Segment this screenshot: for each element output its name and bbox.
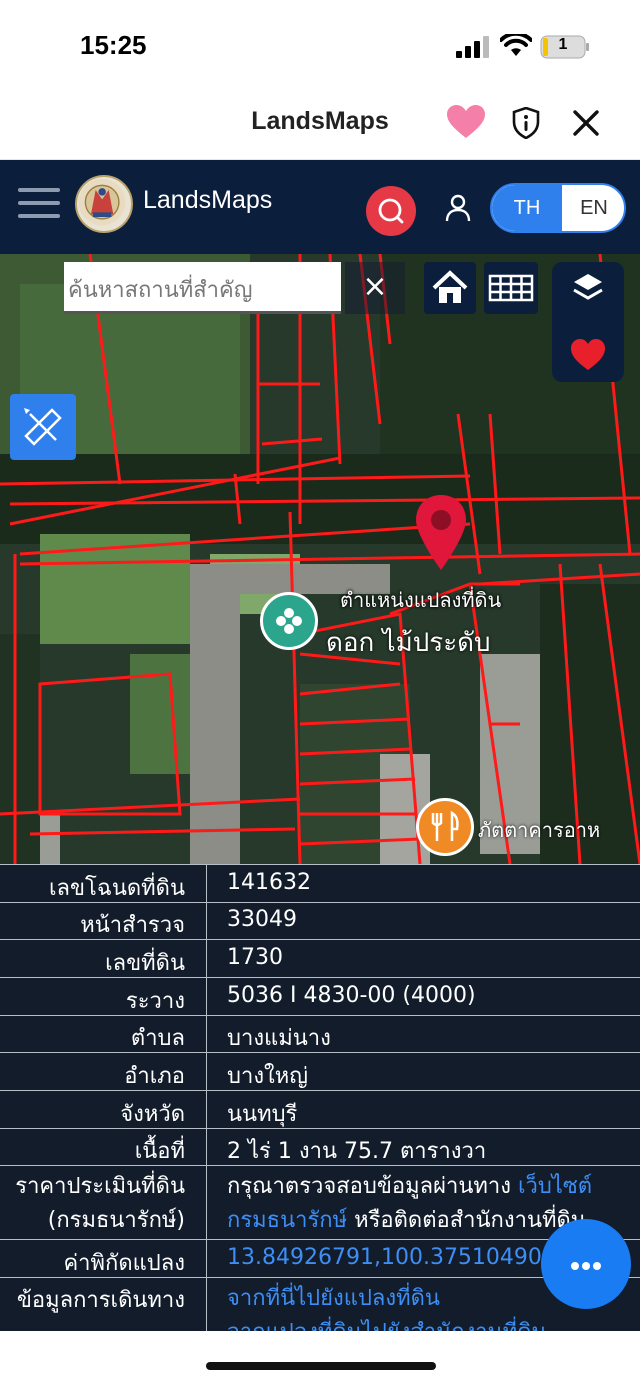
info-label: ข้อมูลการเดินทาง — [16, 1288, 185, 1313]
info-label: อำเภอ — [124, 1064, 185, 1089]
flower-icon — [276, 608, 302, 634]
info-value: 5036 I 4830-00 (4000) — [206, 978, 640, 1016]
flower-shop-marker[interactable] — [260, 592, 318, 650]
info-label: ตำบล — [130, 1026, 185, 1051]
close-icon[interactable] — [572, 109, 600, 137]
parcel-location-label: ตำแหน่งแปลงที่ดิน — [340, 588, 502, 612]
app-brand-name: LandsMaps — [143, 186, 273, 214]
info-row-survey-page: หน้าสำรวจ 33049 — [0, 902, 640, 940]
flower-shop-label: ดอก ไม้ประดับ — [326, 628, 491, 658]
info-label: ค่าพิกัดแปลง — [63, 1251, 185, 1276]
browser-bar: LandsMaps — [0, 95, 640, 160]
shield-icon[interactable] — [512, 107, 540, 139]
lang-en-button[interactable]: EN — [562, 185, 624, 231]
map-side-panel — [552, 262, 624, 382]
info-row-land-number: เลขที่ดิน 1730 — [0, 939, 640, 978]
info-row-map-sheet: ระวาง 5036 I 4830-00 (4000) — [0, 977, 640, 1016]
status-bar: 15:25 1 — [0, 0, 640, 95]
ruler-pencil-icon — [24, 408, 62, 446]
info-row-province: จังหวัด นนทบุรี — [0, 1090, 640, 1129]
info-value: บางแม่นาง — [206, 1016, 640, 1053]
bottom-safe-area — [0, 1331, 640, 1387]
directions-to-land-office-link[interactable]: จากแปลงที่ดินไปยังสำนักงานที่ดิน — [227, 1316, 640, 1331]
more-dot — [571, 1262, 579, 1270]
home-indicator[interactable] — [206, 1362, 436, 1370]
lang-th-button[interactable]: TH — [492, 185, 562, 231]
battery-icon: 1 — [540, 35, 590, 59]
hamburger-menu-icon[interactable] — [18, 188, 60, 222]
grid-icon — [488, 274, 534, 302]
search-button[interactable] — [366, 186, 416, 236]
grid-button[interactable] — [484, 262, 538, 314]
coordinates-link[interactable]: 13.84926791,100.37510490 — [227, 1245, 542, 1270]
wifi-icon — [500, 34, 532, 56]
info-label: เลขโฉนดที่ดิน — [49, 876, 185, 901]
info-value: 33049 — [206, 903, 640, 940]
price-label-line-2: (กรมธนารักษ์) — [47, 1208, 185, 1233]
info-row-appraisal-price: ราคาประเมินที่ดิน (กรมธนารักษ์) กรุณาตรว… — [0, 1165, 640, 1240]
satellite-imagery — [0, 254, 640, 864]
home-button[interactable] — [424, 262, 476, 314]
restaurant-label: ภัตตาคารอาห — [478, 818, 601, 842]
cellular-signal-icon — [456, 36, 489, 58]
department-logo — [75, 175, 133, 233]
home-icon — [432, 270, 468, 303]
layers-icon[interactable] — [552, 262, 624, 322]
more-dot — [582, 1262, 590, 1270]
restaurant-marker[interactable] — [416, 798, 474, 856]
place-search-input[interactable]: ค้นหาสถานที่สำคัญ — [64, 262, 341, 314]
info-label: เลขที่ดิน — [105, 951, 185, 976]
more-dot — [593, 1262, 601, 1270]
language-toggle[interactable]: TH EN — [490, 183, 626, 233]
restaurant-icon — [431, 810, 459, 841]
info-row-travel: ข้อมูลการเดินทาง จากที่นี่ไปยังแปลงที่ดิ… — [0, 1277, 640, 1331]
status-time: 15:25 — [80, 30, 147, 60]
info-row-subdistrict: ตำบล บางแม่นาง — [0, 1015, 640, 1053]
browser-title: LandsMaps — [251, 107, 389, 135]
info-row-area: เนื้อที่ 2 ไร่ 1 งาน 75.7 ตารางวา — [0, 1128, 640, 1166]
user-icon[interactable] — [444, 193, 472, 223]
battery-level: 1 — [558, 36, 568, 53]
info-row-deed-number: เลขโฉนดที่ดิน 141632 — [0, 864, 640, 903]
treasury-department-link[interactable]: กรมธนารักษ์ — [227, 1208, 347, 1233]
info-row-district: อำเภอ บางใหญ่ — [0, 1052, 640, 1091]
map-view[interactable]: ค้นหาสถานที่สำคัญ × ตำแหน่งแปลงที่ดิน ดอ… — [0, 254, 640, 864]
clear-search-button[interactable]: × — [345, 262, 405, 314]
info-value: นนทบุรี — [206, 1091, 640, 1129]
info-label: ราคาประเมินที่ดิน (กรมธนารักษ์) — [0, 1170, 195, 1238]
info-value: บางใหญ่ — [206, 1053, 640, 1091]
map-pin-icon[interactable] — [412, 492, 470, 572]
price-label-line-1: ราคาประเมินที่ดิน — [15, 1174, 185, 1199]
info-label: ระวาง — [125, 989, 185, 1014]
search-icon — [378, 198, 404, 224]
info-value: 1730 — [206, 940, 640, 978]
heart-icon[interactable] — [447, 105, 485, 139]
info-value: 141632 — [206, 865, 640, 903]
info-value: 2 ไร่ 1 งาน 75.7 ตารางวา — [206, 1129, 640, 1166]
treasury-website-link[interactable]: เว็บไซต์ — [518, 1174, 592, 1199]
info-label: เนื้อที่ — [134, 1139, 185, 1164]
more-options-button[interactable] — [541, 1219, 631, 1309]
favorite-heart-icon[interactable] — [552, 322, 624, 382]
price-text: กรุณาตรวจสอบข้อมูลผ่านทาง — [227, 1174, 518, 1199]
info-label: หน้าสำรวจ — [80, 913, 185, 938]
info-label: จังหวัด — [120, 1102, 185, 1127]
price-text-contact: หรือติดต่อสำนักงานที่ดิน — [347, 1208, 586, 1233]
measure-tool-button[interactable] — [10, 394, 76, 460]
